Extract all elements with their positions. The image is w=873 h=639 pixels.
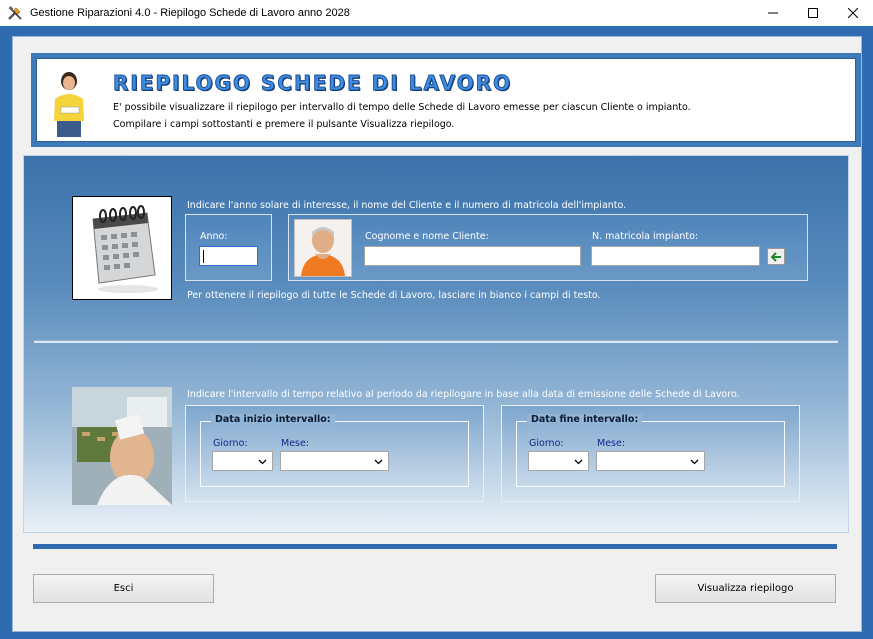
close-icon — [848, 8, 858, 18]
cliente-label: Cognome e nome Cliente: — [365, 231, 489, 242]
start-mese-select[interactable] — [280, 451, 389, 471]
end-giorno-label: Giorno: — [529, 438, 564, 449]
maximize-button[interactable] — [793, 0, 833, 26]
start-mese-label: Mese: — [281, 438, 310, 449]
header-box: RIEPILOGO SCHEDE DI LAVORO E' possibile … — [36, 58, 856, 142]
start-giorno-label: Giorno: — [213, 438, 248, 449]
end-date-panel: Data fine intervallo: Giorno: Mese: — [501, 405, 800, 502]
show-summary-button[interactable]: Visualizza riepilogo — [655, 574, 836, 603]
header-instructions: Compilare i campi sottostanti e premere … — [113, 119, 455, 130]
header-description: E' possibile visualizzare il riepilogo p… — [113, 102, 691, 113]
anno-group: Anno: — [185, 214, 272, 281]
exit-button[interactable]: Esci — [33, 574, 214, 603]
chevron-down-icon — [574, 459, 583, 465]
start-date-panel: Data inizio intervallo: Giorno: Mese: — [185, 405, 484, 502]
tools-icon — [8, 6, 22, 20]
repair-photo-icon — [72, 387, 172, 505]
calendar-icon — [92, 205, 158, 293]
start-date-legend: Data inizio intervallo: — [211, 414, 335, 425]
header-panel: RIEPILOGO SCHEDE DI LAVORO E' possibile … — [31, 53, 861, 147]
end-mese-select[interactable] — [596, 451, 705, 471]
section-divider — [34, 340, 838, 343]
anno-label: Anno: — [200, 231, 228, 242]
start-giorno-select[interactable] — [212, 451, 273, 471]
end-giorno-select[interactable] — [528, 451, 589, 471]
minimize-button[interactable] — [753, 0, 793, 26]
chevron-down-icon — [690, 459, 699, 465]
filter-note: Per ottenere il riepilogo di tutte le Sc… — [187, 290, 601, 301]
end-date-group: Data fine intervallo: Giorno: Mese: — [516, 414, 785, 487]
start-date-group: Data inizio intervallo: Giorno: Mese: — [200, 414, 469, 487]
cliente-input[interactable] — [364, 246, 581, 266]
arrow-left-icon — [770, 251, 781, 262]
client-photo — [294, 219, 352, 277]
content-frame: RIEPILOGO SCHEDE DI LAVORO E' possibile … — [12, 36, 862, 632]
technician-image — [72, 387, 172, 505]
chevron-down-icon — [374, 459, 383, 465]
anno-input[interactable] — [199, 246, 258, 266]
text-caret — [203, 250, 204, 263]
interval-instructions: Indicare l'intervallo di tempo relativo … — [187, 389, 740, 400]
minimize-icon — [768, 12, 778, 14]
main-panel: Indicare l'anno solare di interesse, il … — [23, 155, 849, 533]
end-date-legend: Data fine intervallo: — [527, 414, 643, 425]
select-client-button[interactable] — [767, 248, 785, 265]
title-bar: Gestione Riparazioni 4.0 - Riepilogo Sch… — [0, 0, 873, 26]
maximize-icon — [808, 8, 818, 18]
matricola-label: N. matricola impianto: — [592, 231, 699, 242]
matricola-input[interactable] — [591, 246, 760, 266]
window-title: Gestione Riparazioni 4.0 - Riepilogo Sch… — [30, 7, 350, 19]
chevron-down-icon — [258, 459, 267, 465]
filter-instructions: Indicare l'anno solare di interesse, il … — [187, 200, 627, 211]
window-body: RIEPILOGO SCHEDE DI LAVORO E' possibile … — [0, 26, 873, 639]
bottom-divider — [33, 544, 837, 549]
person-reading-icon — [54, 72, 84, 137]
cliente-group: Cognome e nome Cliente: N. matricola imp… — [288, 214, 808, 281]
client-avatar-icon — [295, 220, 351, 276]
end-mese-label: Mese: — [597, 438, 626, 449]
close-button[interactable] — [833, 0, 873, 26]
page-title: RIEPILOGO SCHEDE DI LAVORO — [112, 71, 513, 96]
calendar-image — [72, 196, 172, 300]
